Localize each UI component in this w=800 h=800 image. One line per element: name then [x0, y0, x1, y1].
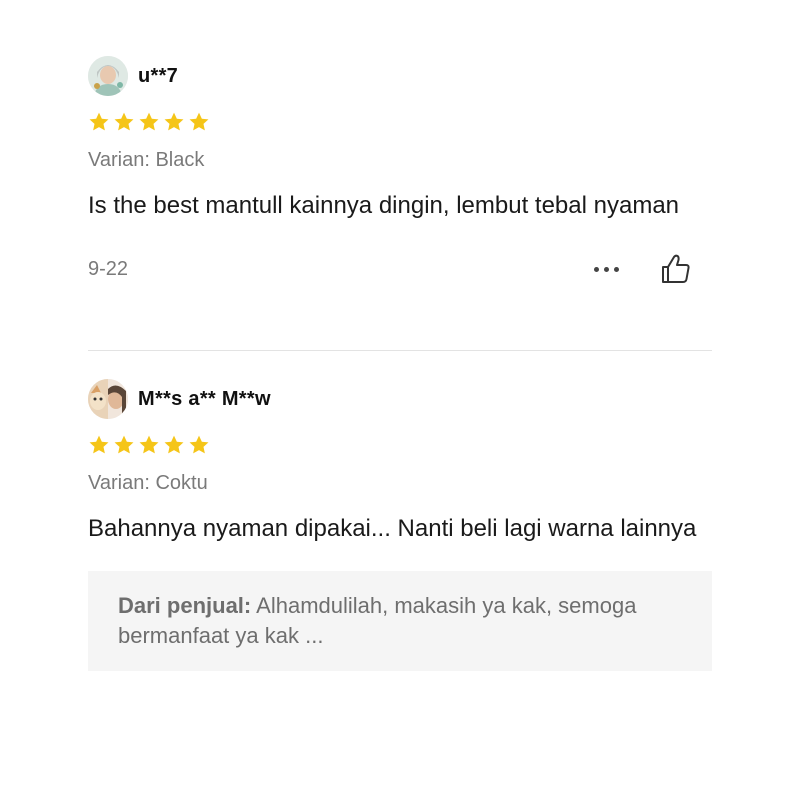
review-meta: 9-22 — [88, 252, 712, 286]
variant-label: Varian: Black — [88, 149, 205, 171]
divider — [88, 350, 712, 351]
review-text: Bahannya nyaman dipakai... Nanti beli la… — [88, 515, 697, 542]
review-card: M**s a** M**w Varian: Coktu Bahannya nya… — [88, 378, 712, 671]
star-icon — [189, 435, 209, 454]
star-icon — [139, 112, 159, 131]
star-icon — [114, 435, 134, 454]
more-options-icon[interactable] — [586, 254, 626, 284]
star-icon — [114, 112, 134, 131]
star-icon — [164, 112, 184, 131]
star-icon — [164, 435, 184, 454]
star-icon — [89, 112, 109, 131]
seller-reply: Dari penjual: Alhamdulilah, makasih ya k… — [88, 571, 712, 671]
avatar[interactable] — [88, 379, 128, 419]
dot — [593, 266, 599, 272]
dot — [603, 266, 609, 272]
reviewer-name: u**7 — [138, 64, 179, 87]
thumbs-up-icon[interactable] — [660, 253, 692, 285]
star-icon — [189, 112, 209, 131]
star-icon — [89, 435, 109, 454]
reviewer-name: M**s a** M**w — [138, 387, 271, 410]
dot — [613, 266, 619, 272]
seller-reply-label: Dari penjual: — [118, 593, 252, 618]
star-rating — [88, 434, 712, 456]
avatar[interactable] — [88, 56, 128, 96]
reviewer-row: u**7 — [88, 55, 712, 97]
review-actions — [586, 253, 712, 285]
review-card: u**7 Varian: Black Is the best mantull k… — [88, 55, 712, 286]
reviewer-row: M**s a** M**w — [88, 378, 712, 420]
star-icon — [139, 435, 159, 454]
variant-label: Varian: Coktu — [88, 472, 208, 494]
star-rating — [88, 111, 712, 133]
review-text: Is the best mantull kainnya dingin, lemb… — [88, 192, 680, 219]
review-date: 9-22 — [88, 257, 129, 280]
